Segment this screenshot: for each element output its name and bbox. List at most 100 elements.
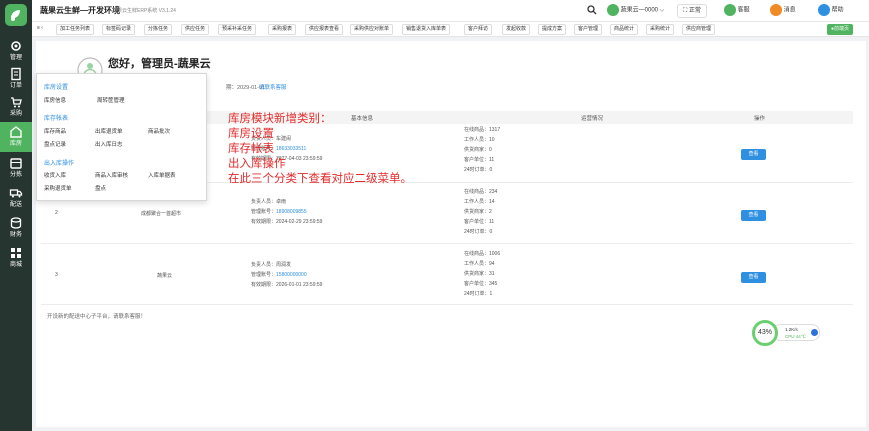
menu-tab[interactable]: 供应报表查看	[305, 24, 344, 35]
message-button[interactable]: 消息	[770, 4, 796, 18]
stat-item: 供货商家：31	[464, 271, 495, 277]
row-index: 2	[55, 210, 58, 216]
sidebar-item-sort[interactable]: 分拣	[0, 153, 32, 183]
warehouse-icon	[10, 126, 22, 138]
menu-tab[interactable]: 采购报表	[268, 24, 297, 35]
view-button[interactable]: 查看	[741, 149, 766, 160]
stat-item: 工作人员：10	[464, 137, 495, 143]
service-label: 客服	[737, 7, 750, 14]
status-normal-button[interactable]: ⛶ 正常	[677, 4, 707, 18]
menu-tab[interactable]: 提成方案	[538, 24, 567, 35]
menu-group-title: 库房设置	[44, 85, 69, 91]
menu-group-title: 库存帐表	[44, 116, 69, 122]
app-logo[interactable]	[5, 4, 27, 26]
stat-item: 供货商家：0	[464, 147, 492, 153]
quick-menu-bar: ≡ ‹ 加工任务列表 标签码记录 分拣任务 供应任务 预采补采任务 采购报表 供…	[32, 22, 869, 37]
menu-item[interactable]: 盘点	[95, 184, 106, 192]
sidebar-item-orders[interactable]: 订单	[0, 64, 32, 94]
menu-item[interactable]: 收货入库	[44, 171, 66, 179]
message-label: 消息	[783, 7, 796, 14]
account-info: 管理账号：15800000000	[251, 272, 307, 278]
contact-service-link[interactable]: 请联系客服	[259, 83, 287, 91]
sidebar-item-manage[interactable]: 管理	[0, 36, 32, 66]
menu-scroll-left[interactable]: ≡ ‹	[34, 24, 46, 35]
menu-tab[interactable]: 销售退货入库单表	[402, 24, 451, 35]
sidebar-item-shop[interactable]: 商城	[0, 243, 32, 273]
user-name: 蔬果云—0000	[620, 7, 659, 14]
menu-tab[interactable]: 加工任务列表	[56, 24, 95, 35]
menu-item[interactable]: 商品入库审核	[95, 171, 128, 179]
sidebar-item-label: 订单	[9, 83, 22, 89]
message-icon	[770, 4, 782, 16]
menu-tab[interactable]: 标签码记录	[102, 24, 136, 35]
annotation-line: 库房模块新增类别：	[228, 113, 332, 125]
finance-icon	[10, 217, 22, 229]
stat-item: 在线商品：1317	[464, 127, 501, 133]
help-button[interactable]: 帮助	[818, 4, 844, 18]
menu-tab[interactable]: 供应商管理	[682, 24, 716, 35]
sidebar-item-label: 管理	[9, 55, 22, 61]
stat-item: 工作人员：94	[464, 261, 495, 267]
menu-tab-frontend[interactable]: ●前端页	[827, 24, 854, 35]
menu-item[interactable]: 出库退货单	[95, 127, 123, 135]
menu-item[interactable]: 出入库日志	[95, 140, 123, 148]
accelerate-icon[interactable]	[811, 329, 818, 336]
menu-item[interactable]: 商品批次	[148, 127, 170, 135]
memory-percent: 43%	[752, 320, 778, 346]
sidebar-item-label: 财务	[9, 232, 22, 238]
menu-item[interactable]: 盘点记录	[44, 140, 66, 148]
view-button[interactable]: 查看	[741, 272, 766, 283]
owner-info: 负责人员：卓雨	[251, 199, 287, 205]
expand-icon: ⛶	[683, 8, 688, 14]
performance-widget[interactable]: 1.2K/s CPU 44℃ 43%	[752, 320, 822, 346]
annotation-line: 出入库操作	[228, 158, 286, 170]
stat-item: 在线商品：1006	[464, 251, 501, 257]
user-menu[interactable]: 蔬果云—0000 ⌵	[607, 4, 664, 18]
sidebar-item-finance[interactable]: 财务	[0, 213, 32, 243]
cpu-temp: CPU 44℃	[785, 334, 806, 339]
annotation-note: 库房模块新增类别： 库房设置 库存帐表 出入库操作 在此三个分类下查看对应二级菜…	[228, 112, 412, 187]
stat-item: 客户单位：11	[464, 157, 495, 163]
headset-icon	[724, 4, 736, 16]
annotation-line: 在此三个分类下查看对应二级菜单。	[228, 173, 412, 185]
service-button[interactable]: 客服	[724, 4, 750, 18]
status-normal-label: 正常	[688, 8, 701, 14]
menu-tab[interactable]: 商品统计	[610, 24, 639, 35]
sidebar-item-label: 配送	[9, 202, 22, 208]
column-header: 运营情况	[581, 116, 604, 122]
expiry-info: 有效期限：2024-02-29 23:59:59	[251, 219, 323, 225]
store-name: 成都聚合一首超市	[141, 211, 182, 217]
sidebar-item-warehouse[interactable]: 库房	[0, 122, 32, 152]
menu-tab[interactable]: 客户拜访	[464, 24, 493, 35]
menu-tab[interactable]: 分拣任务	[144, 24, 173, 35]
search-icon[interactable]	[587, 5, 597, 19]
stat-item: 24时订单：0	[464, 229, 493, 235]
account-info: 管理账号：18908009855	[251, 209, 307, 215]
view-button[interactable]: 查看	[741, 210, 766, 221]
sidebar-item-label: 商城	[9, 262, 22, 268]
app-version: 蔬果云生鲜ERP系统 V3.1.24	[112, 8, 176, 14]
annotation-line: 库存帐表	[228, 143, 274, 155]
stat-item: 客户单位：11	[464, 219, 495, 225]
column-header: 操作	[754, 116, 766, 122]
stat-item: 24时订单：1	[464, 291, 493, 297]
sidebar-item-delivery[interactable]: 配送	[0, 183, 32, 213]
network-speed: 1.2K/s	[785, 327, 798, 332]
sidebar-item-purchase[interactable]: 采购	[0, 92, 32, 122]
menu-tab[interactable]: 预采补采任务	[218, 24, 257, 35]
owner-info: 负责人员：周润发	[251, 262, 292, 268]
annotation-line: 库房设置	[228, 128, 274, 140]
menu-item[interactable]: 周转筐管理	[97, 96, 125, 104]
stat-item: 在线商品：234	[464, 189, 498, 195]
truck-icon	[9, 189, 23, 198]
menu-tab[interactable]: 发起收款	[502, 24, 531, 35]
menu-tab[interactable]: 供应任务	[181, 24, 210, 35]
menu-tab[interactable]: 客户管理	[574, 24, 603, 35]
menu-item[interactable]: 采购退货单	[44, 184, 72, 192]
page-title: 您好，管理员-蔬果云	[108, 58, 211, 70]
menu-tab[interactable]: 采购供应对账单	[350, 24, 394, 35]
menu-tab[interactable]: 采购统计	[646, 24, 675, 35]
menu-item[interactable]: 库存商品	[44, 127, 66, 135]
menu-item[interactable]: 入库单据表	[148, 171, 176, 179]
menu-item[interactable]: 库房信息	[44, 96, 66, 104]
